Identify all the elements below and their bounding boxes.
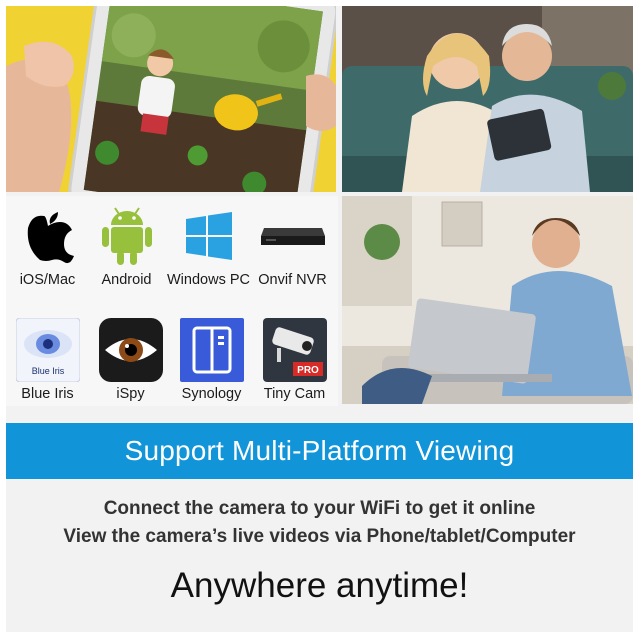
- platform-label: Android: [101, 272, 152, 288]
- phone-viewing-photo: [6, 6, 336, 192]
- description-line-1: Connect the camera to your WiFi to get i…: [103, 498, 536, 519]
- platform-synology: Synology: [170, 318, 253, 402]
- nvr-device-icon: [260, 204, 326, 268]
- pro-badge: PRO: [297, 365, 319, 376]
- platform-label: Synology: [181, 386, 242, 402]
- couple-tablet-photo: [342, 6, 633, 192]
- platform-label: Blue Iris: [21, 386, 74, 402]
- platform-windows-pc: Windows PC: [167, 204, 250, 288]
- product-card: iOS/Mac Android Windows PC Onvif NVR Blu…: [6, 6, 633, 632]
- synology-icon: [179, 318, 245, 382]
- blue-iris-logo-text: Blue Iris: [31, 366, 64, 376]
- platform-label: Tiny Cam: [263, 386, 326, 402]
- platform-tiny-cam: PRO Tiny Cam: [253, 318, 336, 402]
- platform-label: Windows PC: [167, 272, 250, 288]
- android-icon: [94, 204, 160, 268]
- platform-grid: iOS/Mac Android Windows PC Onvif NVR Blu…: [6, 196, 338, 406]
- banner-text: Support Multi-Platform Viewing: [124, 435, 515, 466]
- platform-label: iSpy: [116, 386, 145, 402]
- windows-icon: [176, 204, 242, 268]
- man-laptop-photo: [342, 196, 633, 404]
- platform-blue-iris: Blue Iris Blue Iris: [6, 318, 89, 402]
- ispy-eye-icon: [98, 318, 164, 382]
- tinycam-icon: PRO: [262, 318, 328, 382]
- platform-android: Android: [85, 204, 168, 288]
- apple-icon: [15, 204, 81, 268]
- tagline: Anywhere anytime!: [170, 566, 469, 605]
- description-line-2: View the camera’s live videos via Phone/…: [63, 526, 576, 547]
- platform-onvif-nvr: Onvif NVR: [251, 204, 334, 288]
- platform-ispy: iSpy: [89, 318, 172, 402]
- platform-ios-mac: iOS/Mac: [6, 204, 89, 288]
- platform-label: Onvif NVR: [258, 272, 327, 288]
- blue-iris-icon: Blue Iris: [15, 318, 81, 382]
- headline-banner: Support Multi-Platform Viewing: [6, 423, 633, 479]
- platform-label: iOS/Mac: [19, 272, 76, 288]
